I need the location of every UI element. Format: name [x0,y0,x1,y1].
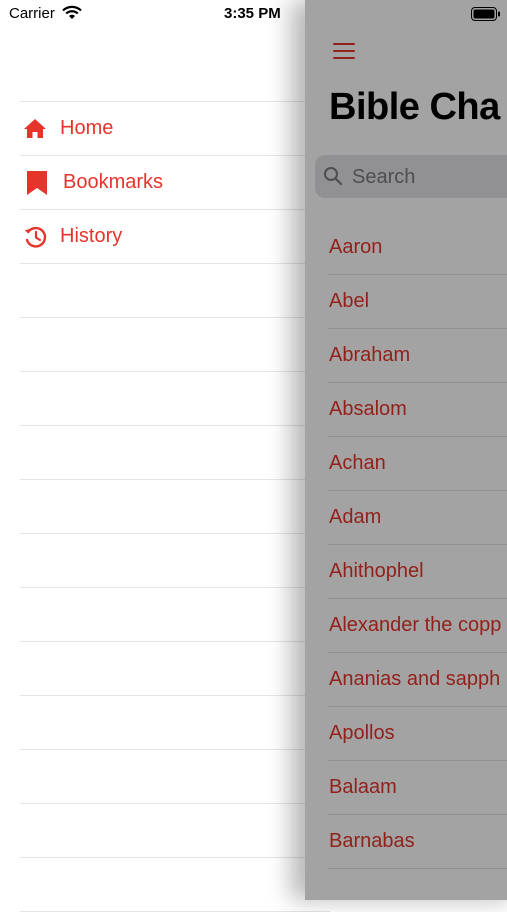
bookmark-icon [26,170,52,196]
menu-item-bookmarks[interactable]: Bookmarks [20,156,330,210]
empty-row [20,426,330,480]
empty-row [20,588,330,642]
empty-row [20,696,330,750]
battery-icon [471,7,501,26]
empty-row [20,318,330,372]
menu-item-history[interactable]: History [20,210,330,264]
clock: 3:35 PM [224,5,281,22]
empty-row [20,534,330,588]
menu-item-label: Home [60,117,114,139]
empty-row [20,642,330,696]
empty-row [20,372,330,426]
side-menu: Home Bookmarks History [0,0,330,912]
empty-row [20,264,330,318]
history-icon [22,224,48,250]
menu-item-label: Bookmarks [63,171,164,193]
status-bar: Carrier 3:35 PM [0,0,507,28]
empty-row [20,858,330,912]
dim-overlay[interactable] [305,0,507,900]
home-icon [22,116,48,142]
menu-item-label: History [60,225,123,247]
carrier-label: Carrier [9,5,55,22]
menu-item-home[interactable]: Home [20,102,330,156]
main-panel: Bible Cha Aaron Abel Abraham Absalom Ach… [305,0,507,900]
empty-row [20,804,330,858]
empty-row [20,750,330,804]
wifi-icon [62,5,82,25]
menu-list: Home Bookmarks History [20,101,330,912]
empty-row [20,480,330,534]
